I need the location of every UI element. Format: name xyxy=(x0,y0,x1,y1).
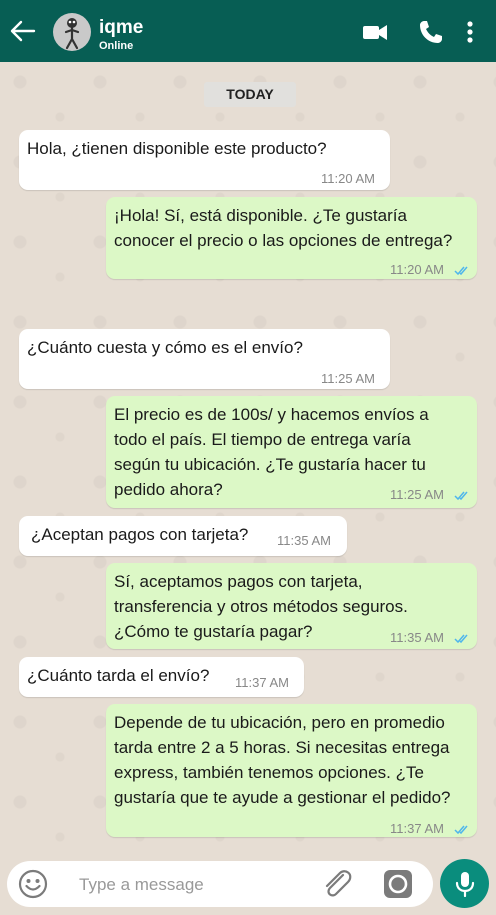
message-text: Hola, ¿tienen disponible este producto? xyxy=(27,139,327,158)
message-text: Depende de tu ubicación, pero en promedi… xyxy=(114,713,451,807)
contact-name[interactable]: iqme xyxy=(99,17,143,39)
video-call-icon[interactable] xyxy=(362,19,388,45)
message-time: 11:20 AM xyxy=(321,171,375,186)
message-bubble-outgoing[interactable]: ¡Hola! Sí, está disponible. ¿Te gustaría… xyxy=(106,197,477,279)
message-composer[interactable]: Type a message xyxy=(7,861,433,907)
message-bubble-incoming[interactable]: ¿Cuánto tarda el envío? 11:37 AM xyxy=(19,657,304,697)
message-time: 11:35 AM xyxy=(277,533,331,548)
phone-icon[interactable] xyxy=(418,19,444,45)
back-arrow-icon[interactable] xyxy=(8,17,36,45)
mic-icon xyxy=(455,872,475,897)
more-options-icon[interactable] xyxy=(465,19,475,45)
chat-header: iqme Online xyxy=(0,0,496,62)
read-receipt-icon xyxy=(454,825,468,835)
message-bubble-incoming[interactable]: ¿Aceptan pagos con tarjeta? 11:35 AM xyxy=(19,516,347,556)
read-receipt-icon xyxy=(454,634,468,644)
camera-icon[interactable] xyxy=(383,869,413,899)
message-text: ¿Cuánto cuesta y cómo es el envío? xyxy=(27,338,303,357)
message-bubble-outgoing[interactable]: Depende de tu ubicación, pero en promedi… xyxy=(106,704,477,837)
attach-icon[interactable] xyxy=(321,869,353,899)
message-time: 11:35 AM xyxy=(390,630,444,645)
message-input[interactable]: Type a message xyxy=(79,875,204,895)
message-bubble-incoming[interactable]: ¿Cuánto cuesta y cómo es el envío? 11:25… xyxy=(19,329,390,389)
message-time: 11:20 AM xyxy=(390,262,444,277)
emoji-icon[interactable] xyxy=(18,869,48,899)
message-time: 11:25 AM xyxy=(390,487,444,502)
message-time: 11:37 AM xyxy=(390,821,444,836)
message-time: 11:25 AM xyxy=(321,371,375,386)
message-time: 11:37 AM xyxy=(235,675,289,690)
message-bubble-incoming[interactable]: Hola, ¿tienen disponible este producto? … xyxy=(19,130,390,190)
message-text: ¡Hola! Sí, está disponible. ¿Te gustaría… xyxy=(114,206,453,250)
contact-status: Online xyxy=(99,40,134,52)
message-bubble-outgoing[interactable]: El precio es de 100s/ y hacemos envíos a… xyxy=(106,396,477,508)
read-receipt-icon xyxy=(454,266,468,276)
avatar[interactable] xyxy=(53,13,91,51)
date-separator: TODAY xyxy=(204,82,296,107)
mic-button[interactable] xyxy=(440,859,489,908)
message-bubble-outgoing[interactable]: Sí, aceptamos pagos con tarjeta, transfe… xyxy=(106,563,477,649)
read-receipt-icon xyxy=(454,491,468,501)
